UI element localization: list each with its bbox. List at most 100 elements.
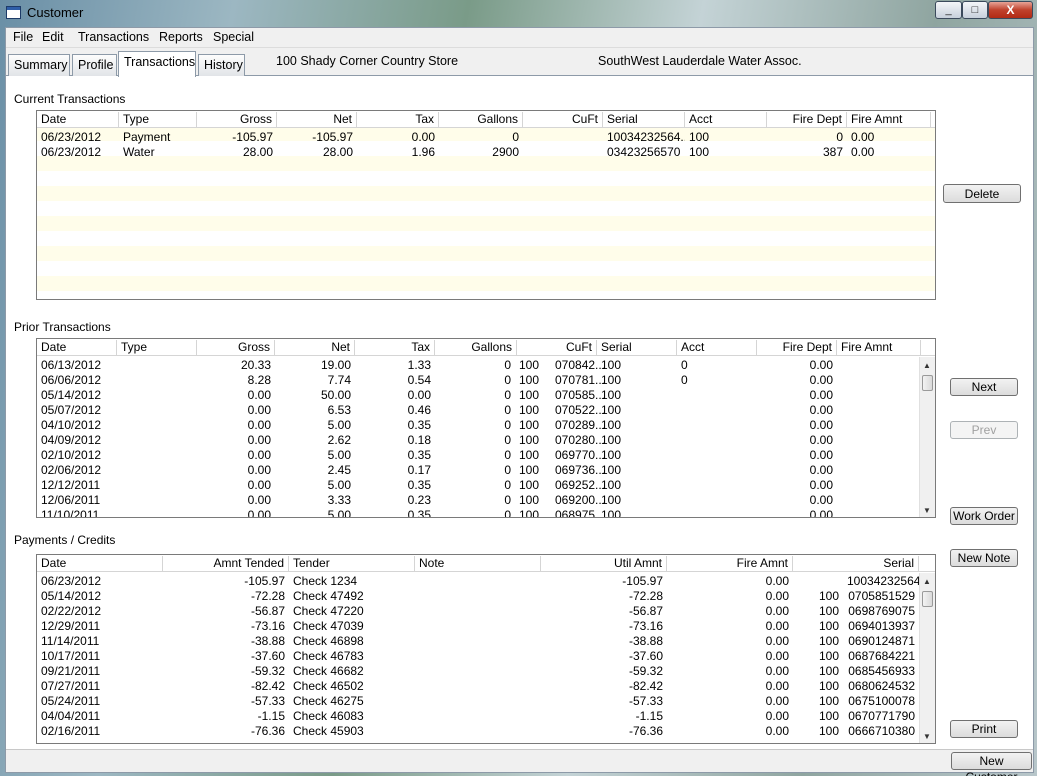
table-row[interactable]: 11/10/2011 0.00 5.00 0.35 0 100 068975... 100 0.… [37, 508, 935, 517]
table-row[interactable]: 02/10/2012 0.00 5.00 0.35 0 100 069770... 100 0.… [37, 448, 935, 463]
table-row[interactable]: 06/23/2012 Payment -105.97 -105.97 0.00 0 1003… [37, 130, 935, 145]
table-cell: 100 [601, 463, 622, 477]
table-cell: -1.15 [635, 709, 663, 723]
table-row[interactable]: 06/06/2012 8.28 7.74 0.54 0 100 070781... 100 0 0… [37, 373, 935, 388]
column-header[interactable]: CuFt [523, 112, 603, 127]
menu-transactions[interactable]: Transactions [78, 30, 149, 44]
table-cell: 02/06/2012 [41, 463, 102, 477]
column-header[interactable]: Type [117, 340, 197, 355]
prior-transactions-grid[interactable]: ▲ ▼ Date Type Gross Net Tax Gallons CuFt Serial… [36, 338, 936, 518]
table-row[interactable]: 05/24/2011 -57.33 Check 46275 -57.33 0.00 100… [37, 694, 935, 709]
table-cell: 09/21/2011 [41, 664, 101, 678]
column-header[interactable]: Serial [603, 112, 685, 127]
table-row[interactable]: 04/04/2011 -1.15 Check 46083 -1.15 0.00 100 06… [37, 709, 935, 724]
table-cell: -57.33 [250, 694, 285, 708]
table-row[interactable]: 07/27/2011 -82.42 Check 46502 -82.42 0.00 100… [37, 679, 935, 694]
table-cell [677, 463, 737, 478]
column-header[interactable]: Serial [597, 340, 677, 355]
table-row[interactable]: 04/09/2012 0.00 2.62 0.18 0 100 070280... 100 0.… [37, 433, 935, 448]
table-row[interactable]: 06/13/2012 20.33 19.00 1.33 0 100 070842... 100… [37, 358, 935, 373]
table-cell: 28.00 [242, 145, 273, 159]
payments-credits-grid[interactable]: ▲ ▼ Date Amnt Tended Tender Note Util Amnt Fi… [36, 554, 936, 744]
tab-history[interactable]: History [198, 54, 245, 76]
menu-reports[interactable]: Reports [159, 30, 203, 44]
table-row[interactable]: 11/14/2011 -38.88 Check 46898 -38.88 0.00 100… [37, 634, 935, 649]
column-header[interactable]: Gross [197, 112, 277, 127]
column-header[interactable]: Tender [289, 556, 415, 571]
table-cell [415, 694, 541, 709]
column-header[interactable]: Fire Dept [767, 112, 847, 127]
table-row[interactable]: 09/21/2011 -59.32 Check 46682 -59.32 0.00 100… [37, 664, 935, 679]
column-header[interactable]: Gross [197, 340, 275, 355]
column-header[interactable]: Gallons [439, 112, 523, 127]
table-row[interactable]: 02/16/2011 -76.36 Check 45903 -76.36 0.00 100… [37, 724, 935, 739]
column-header[interactable]: Tax [357, 112, 439, 127]
minimize-button[interactable]: _ [935, 1, 962, 19]
current-transactions-grid[interactable]: Date Type Gross Net Tax Gallons CuFt Serial Acct… [36, 110, 936, 300]
next-button[interactable]: Next [950, 378, 1018, 396]
column-header[interactable]: Date [37, 340, 117, 355]
column-header[interactable]: Net [277, 112, 357, 127]
column-header[interactable]: Date [37, 112, 119, 127]
column-header[interactable]: Fire Amnt [667, 556, 793, 571]
maximize-button[interactable]: □ [962, 1, 988, 19]
table-cell [415, 634, 541, 649]
close-button[interactable]: X [988, 1, 1033, 19]
table-row[interactable]: 10/17/2011 -37.60 Check 46783 -37.60 0.00 100… [37, 649, 935, 664]
table-row[interactable]: 12/12/2011 0.00 5.00 0.35 0 100 069252... 100 0.… [37, 478, 935, 493]
print-button[interactable]: Print [950, 720, 1018, 738]
table-row[interactable]: 06/23/2012 -105.97 Check 1234 -105.97 0.00 10… [37, 574, 935, 589]
table-cell: 04/09/2012 [41, 433, 102, 447]
column-header[interactable]: Date [37, 556, 163, 571]
menu-file[interactable]: File [13, 30, 33, 44]
menu-edit[interactable]: Edit [42, 30, 64, 44]
delete-button[interactable]: Delete [943, 184, 1021, 203]
table-cell [415, 574, 541, 589]
table-row[interactable]: 05/14/2012 -72.28 Check 47492 -72.28 0.00 100… [37, 589, 935, 604]
new-note-button[interactable]: New Note [950, 549, 1018, 567]
table-row[interactable]: 06/23/2012 Water 28.00 28.00 1.96 2900 0342325… [37, 145, 935, 160]
table-cell: 0 [504, 448, 511, 462]
table-cell: 0.00 [765, 694, 789, 708]
column-header[interactable]: Type [119, 112, 197, 127]
column-header[interactable]: Fire Amnt [847, 112, 931, 127]
table-cell: 0 [504, 478, 511, 492]
table-cell: 0.35 [407, 448, 431, 462]
table-cell: 0.46 [407, 403, 431, 417]
column-header[interactable]: Note [415, 556, 541, 571]
table-cell: 0.00 [765, 634, 789, 648]
table-row[interactable]: 02/22/2012 -56.87 Check 47220 -56.87 0.00 100… [37, 604, 935, 619]
menu-special[interactable]: Special [213, 30, 254, 44]
column-header[interactable]: Fire Dept [757, 340, 837, 355]
table-row[interactable]: 12/29/2011 -73.16 Check 47039 -73.16 0.00 100… [37, 619, 935, 634]
column-header[interactable]: Net [275, 340, 355, 355]
column-header[interactable]: Amnt Tended [163, 556, 289, 571]
table-cell [117, 403, 197, 418]
table-cell: 04/04/2011 [41, 709, 101, 723]
new-customer-button[interactable]: New Customer [951, 752, 1032, 776]
column-header[interactable]: CuFt [517, 340, 597, 355]
tab-transactions[interactable]: Transactions [118, 51, 196, 77]
column-header[interactable]: Gallons [435, 340, 517, 355]
column-header[interactable]: Serial [793, 556, 919, 571]
table-row[interactable]: 05/07/2012 0.00 6.53 0.46 0 100 070522... 100 0.… [37, 403, 935, 418]
column-header[interactable]: Util Amnt [541, 556, 667, 571]
table-row[interactable]: 12/06/2011 0.00 3.33 0.23 0 100 069200... 100 0.… [37, 493, 935, 508]
table-cell: 05/14/2012 [41, 388, 102, 402]
table-cell [117, 418, 197, 433]
column-header[interactable]: Acct [677, 340, 757, 355]
table-cell: Check 46783 [293, 649, 364, 663]
table-row[interactable]: 05/14/2012 0.00 50.00 0.00 0 100 070585... 100 0… [37, 388, 935, 403]
work-order-button[interactable]: Work Order [950, 507, 1018, 525]
prev-button[interactable]: Prev [950, 421, 1018, 439]
table-cell: 0698769075 [848, 604, 915, 618]
column-header[interactable]: Tax [355, 340, 435, 355]
tab-summary[interactable]: Summary [8, 54, 70, 76]
table-row[interactable]: 04/10/2012 0.00 5.00 0.35 0 100 070289... 100 0.… [37, 418, 935, 433]
tab-profile[interactable]: Profile [72, 54, 117, 76]
table-cell: 02/16/2011 [41, 724, 101, 738]
column-header[interactable]: Fire Amnt [837, 340, 921, 355]
table-row[interactable]: 02/06/2012 0.00 2.45 0.17 0 100 069736... 100 0.… [37, 463, 935, 478]
table-cell [793, 574, 843, 589]
column-header[interactable]: Acct [685, 112, 767, 127]
